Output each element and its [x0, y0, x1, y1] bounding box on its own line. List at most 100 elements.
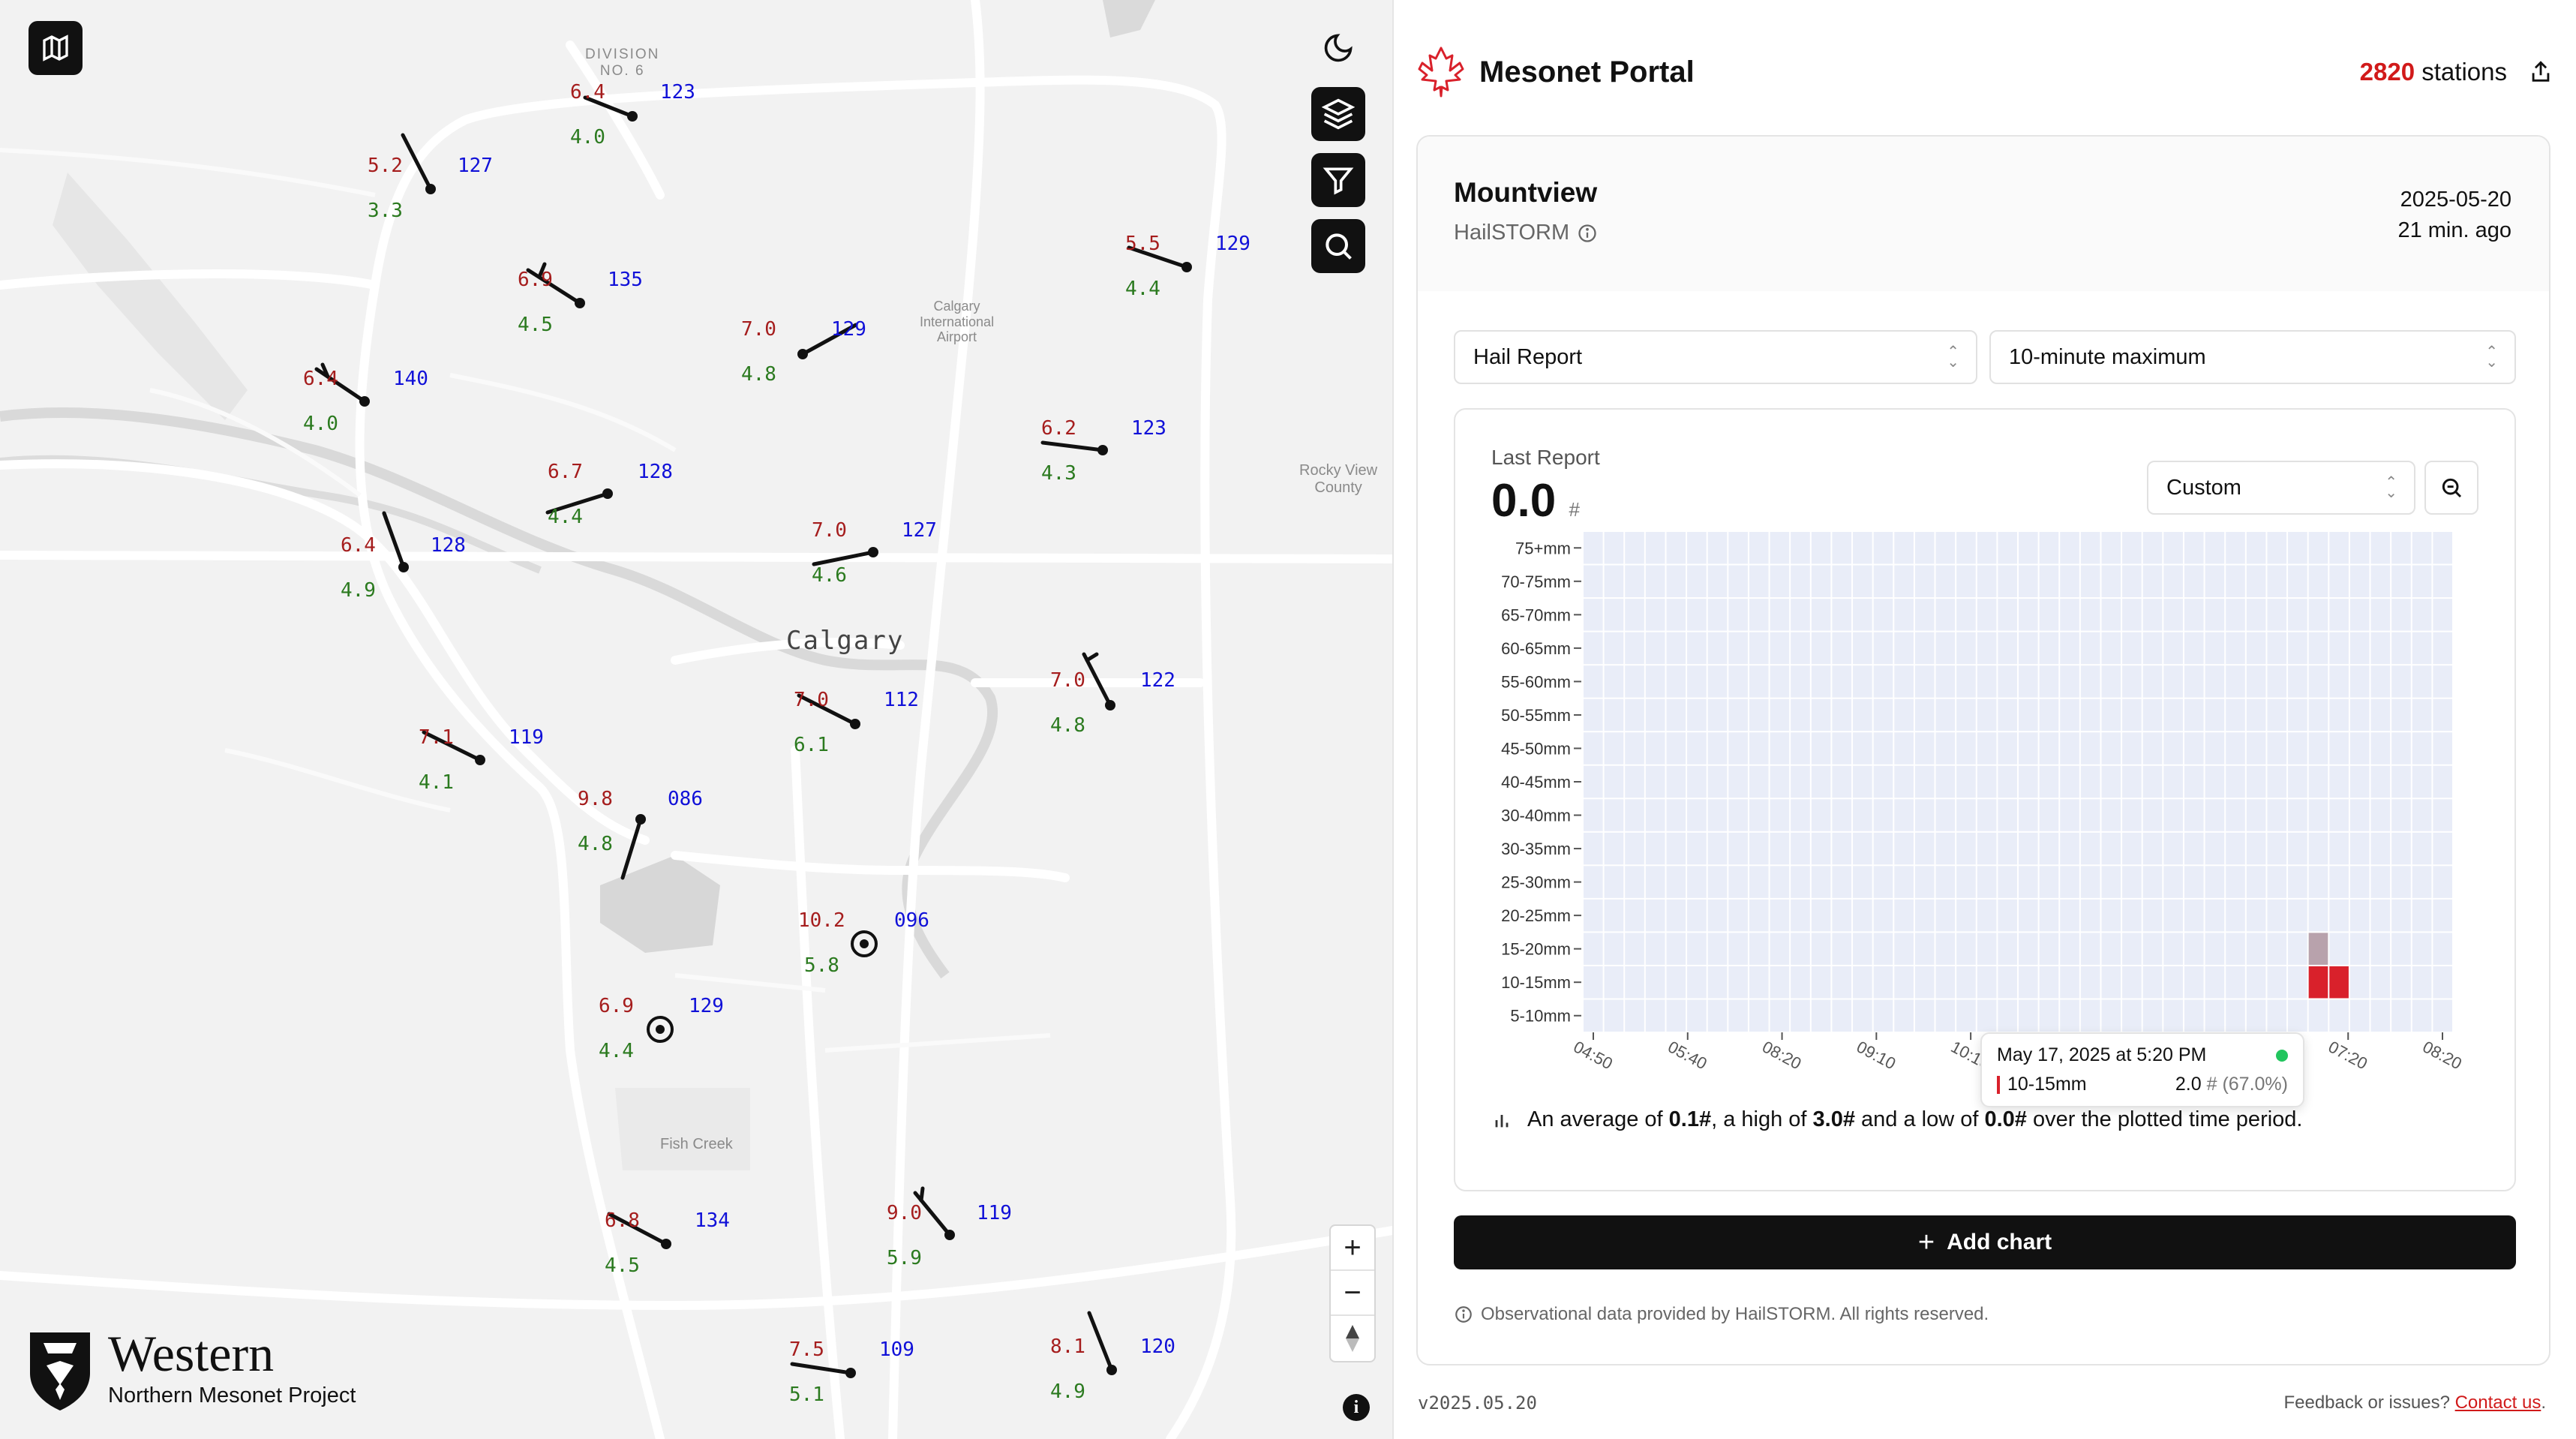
heatmap-cell[interactable] — [2101, 799, 2121, 831]
heatmap-cell[interactable] — [2205, 632, 2225, 665]
heatmap-cell[interactable] — [1625, 966, 1644, 999]
heatmap-cell[interactable] — [2163, 599, 2183, 631]
heatmap-cell[interactable] — [2163, 799, 2183, 831]
heatmap-cell[interactable] — [2288, 532, 2307, 564]
heatmap-cell[interactable] — [1853, 933, 1872, 965]
heatmap-cell[interactable] — [1604, 899, 1624, 932]
search-button[interactable] — [1311, 219, 1365, 273]
heatmap-cell[interactable] — [1707, 765, 1728, 798]
heatmap-cell[interactable] — [2267, 632, 2287, 665]
heatmap-cell[interactable] — [1811, 732, 1831, 765]
heatmap-cell[interactable] — [2391, 665, 2411, 698]
heatmap-cell[interactable] — [2142, 599, 2163, 631]
heatmap-cell[interactable] — [1894, 899, 1914, 932]
heatmap-cell[interactable] — [1728, 632, 1748, 665]
heatmap-cell[interactable] — [2267, 532, 2287, 564]
heatmap-cell[interactable] — [2391, 732, 2411, 765]
heatmap-cell[interactable] — [2246, 632, 2266, 665]
heatmap-cell[interactable] — [2142, 565, 2163, 598]
heatmap-cell[interactable] — [1770, 632, 1790, 665]
heatmap-cell[interactable] — [1666, 866, 1686, 898]
heatmap-cell[interactable] — [1625, 632, 1644, 665]
heatmap-cell[interactable] — [1791, 966, 1810, 999]
heatmap-cell[interactable] — [2101, 832, 2121, 865]
heatmap-cell[interactable] — [2308, 698, 2328, 732]
heatmap-cell[interactable] — [1853, 698, 1872, 732]
heatmap-cell[interactable] — [1707, 565, 1728, 598]
heatmap-cell[interactable] — [2329, 599, 2349, 631]
heatmap-cell[interactable] — [2329, 933, 2349, 965]
heatmap-cell[interactable] — [1604, 599, 1624, 631]
heatmap-cell[interactable] — [1645, 732, 1665, 765]
heatmap-cell[interactable] — [1728, 599, 1748, 631]
heatmap-cell[interactable] — [2308, 765, 2328, 798]
heatmap-cell[interactable] — [2329, 565, 2349, 598]
heatmap-cell[interactable] — [2329, 765, 2349, 798]
heatmap-cell[interactable] — [1584, 866, 1603, 898]
heatmap-cell[interactable] — [1811, 832, 1831, 865]
heatmap-cell[interactable] — [2060, 866, 2079, 898]
heatmap-cell[interactable] — [1832, 799, 1852, 831]
heatmap-cell[interactable] — [1811, 698, 1831, 732]
heatmap-cell[interactable] — [1977, 632, 1997, 665]
heatmap-cell[interactable] — [2349, 999, 2370, 1032]
heatmap-cell[interactable] — [2039, 698, 2059, 732]
heatmap-cell[interactable] — [1625, 732, 1644, 765]
heatmap-cell[interactable] — [1791, 732, 1810, 765]
heatmap-cell[interactable] — [2370, 832, 2391, 865]
heatmap-cell[interactable] — [1645, 866, 1665, 898]
heatmap-cell[interactable] — [1873, 832, 1893, 865]
heatmap-cell[interactable] — [2184, 532, 2204, 564]
heatmap-cell[interactable] — [1894, 565, 1914, 598]
heatmap-cell[interactable] — [2370, 599, 2391, 631]
heatmap-cell[interactable] — [1832, 532, 1852, 564]
heatmap-cell[interactable] — [1894, 966, 1914, 999]
heatmap-cell[interactable] — [2060, 899, 2079, 932]
heatmap-cell[interactable] — [2370, 565, 2391, 598]
heatmap-cell[interactable] — [2039, 565, 2059, 598]
heatmap-cell[interactable] — [2308, 866, 2328, 898]
heatmap-cell[interactable] — [1687, 532, 1707, 564]
heatmap-cell[interactable] — [2163, 665, 2183, 698]
heatmap-cell[interactable] — [1584, 532, 1603, 564]
heatmap-cell[interactable] — [1687, 698, 1707, 732]
heatmap-cell[interactable] — [1832, 565, 1852, 598]
heatmap-cell[interactable] — [1832, 832, 1852, 865]
heatmap-cell[interactable] — [2349, 532, 2370, 564]
heatmap-cell[interactable] — [1625, 866, 1644, 898]
heatmap-cell[interactable] — [1604, 999, 1624, 1032]
heatmap-cell[interactable] — [2349, 799, 2370, 831]
heatmap-cell[interactable] — [1914, 732, 1935, 765]
heatmap-cell[interactable] — [1687, 933, 1707, 965]
heatmap-cell[interactable] — [1604, 532, 1624, 564]
heatmap-cell[interactable] — [1935, 698, 1956, 732]
heatmap-cell[interactable] — [1873, 698, 1893, 732]
heatmap-cell[interactable] — [1645, 599, 1665, 631]
heatmap-cell[interactable] — [2288, 632, 2307, 665]
heatmap-cell[interactable] — [2039, 665, 2059, 698]
heatmap-cell[interactable] — [1728, 899, 1748, 932]
heatmap-cell[interactable] — [1811, 665, 1831, 698]
heatmap-cell[interactable] — [1770, 832, 1790, 865]
heatmap-cell[interactable] — [2142, 899, 2163, 932]
heatmap-cell[interactable] — [2122, 966, 2142, 999]
heatmap-cell[interactable] — [1584, 565, 1603, 598]
heatmap-cell[interactable] — [1998, 832, 2017, 865]
heatmap-cell[interactable] — [1791, 765, 1810, 798]
heatmap-cell[interactable] — [1791, 832, 1810, 865]
heatmap-cell[interactable] — [1873, 765, 1893, 798]
heatmap-cell[interactable] — [2433, 933, 2452, 965]
heatmap-cell[interactable] — [1749, 632, 1769, 665]
heatmap-cell[interactable] — [1832, 933, 1852, 965]
heatmap-cell[interactable] — [1853, 565, 1872, 598]
heatmap-cell[interactable] — [1604, 732, 1624, 765]
heatmap-cell[interactable] — [1791, 632, 1810, 665]
heatmap-cell[interactable] — [1791, 899, 1810, 932]
heatmap-cell[interactable] — [1584, 966, 1603, 999]
heatmap-cell[interactable] — [2267, 899, 2287, 932]
heatmap-cell[interactable] — [1873, 799, 1893, 831]
heatmap-cell[interactable] — [2142, 866, 2163, 898]
heatmap-cell[interactable] — [2329, 866, 2349, 898]
heatmap-cell[interactable] — [2205, 899, 2225, 932]
heatmap-cell[interactable] — [1645, 832, 1665, 865]
